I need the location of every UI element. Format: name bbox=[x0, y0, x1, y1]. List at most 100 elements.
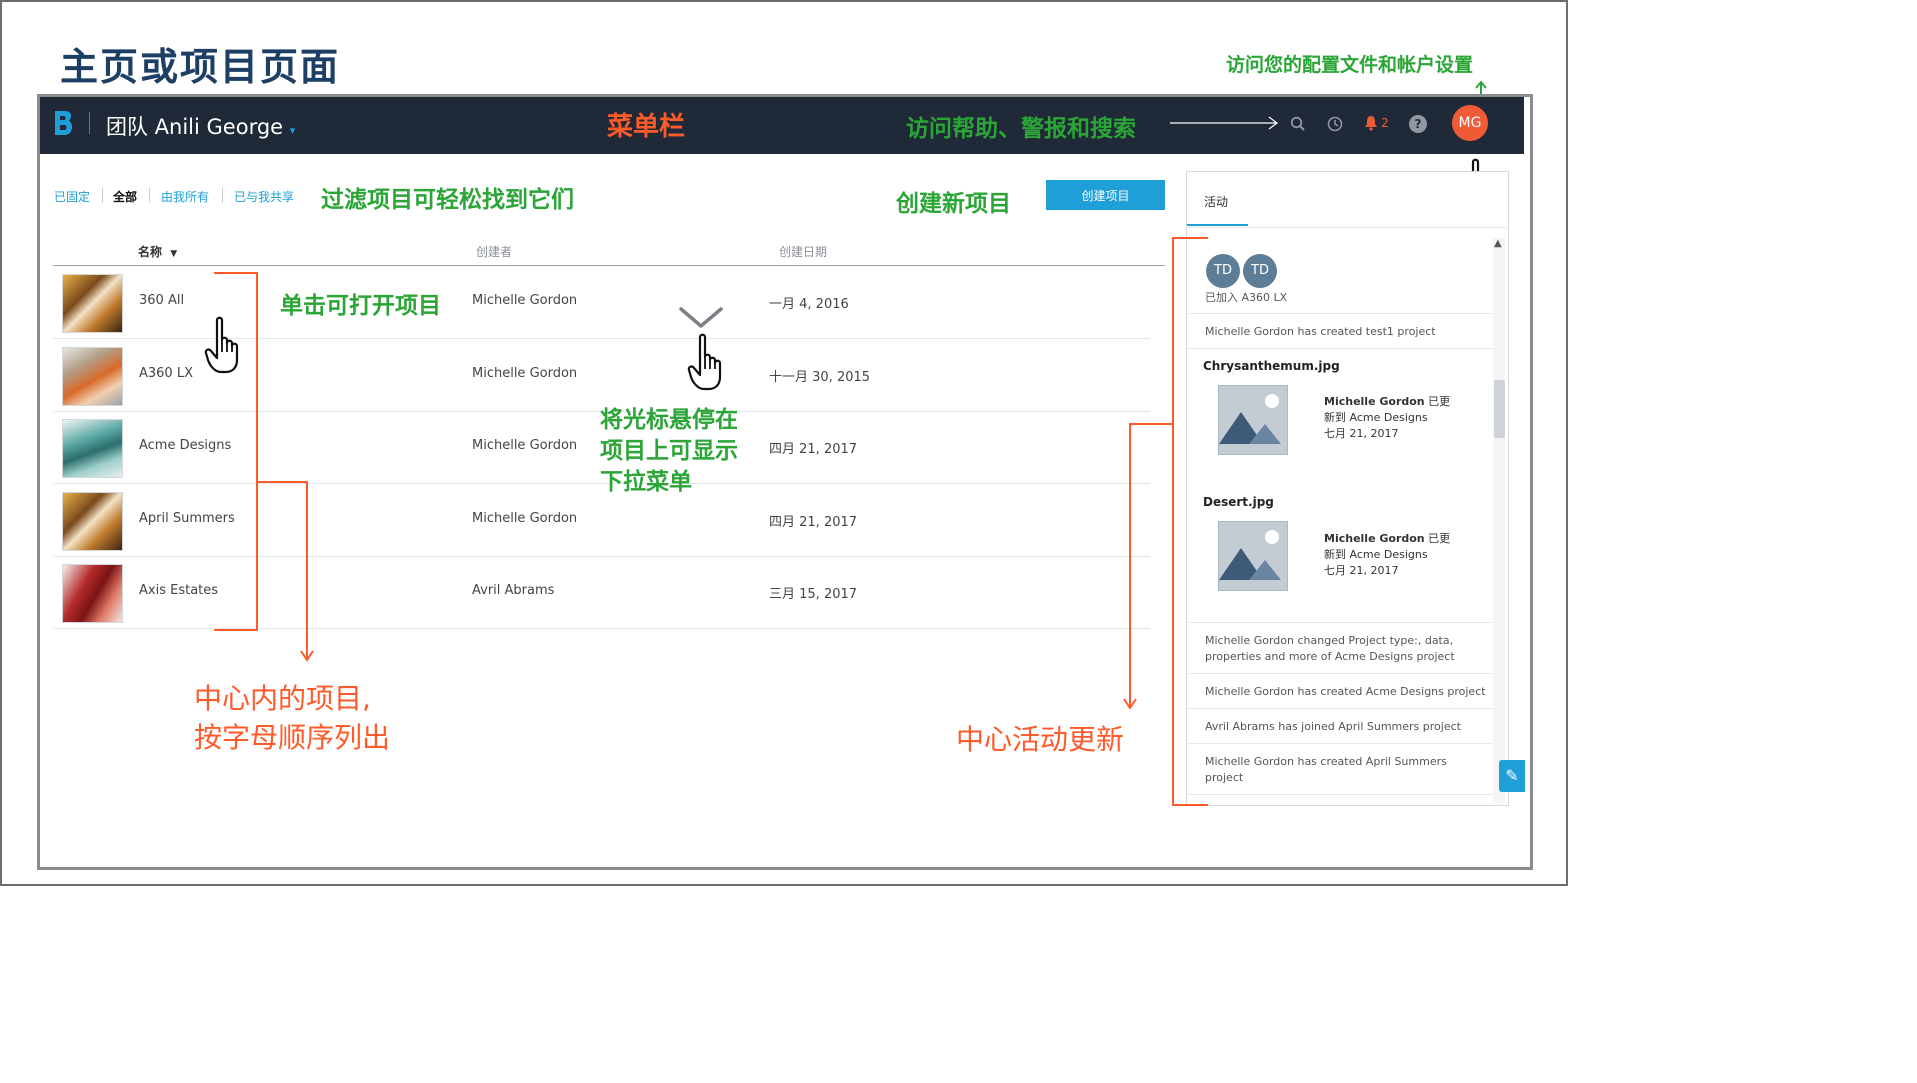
activity-scrollbar[interactable] bbox=[1493, 238, 1505, 803]
project-creator: Avril Abrams bbox=[472, 583, 555, 598]
callout-menu-bar: 菜单栏 bbox=[607, 112, 686, 142]
project-thumbnail bbox=[62, 564, 123, 623]
project-thumbnail bbox=[62, 274, 123, 333]
active-tab-indicator bbox=[1187, 224, 1248, 226]
project-name: 360 All bbox=[139, 293, 185, 308]
team-selector[interactable]: 团队 Anili George ▾ bbox=[106, 111, 295, 141]
activity-divider bbox=[1187, 673, 1492, 674]
project-date: 四月 21, 2017 bbox=[769, 515, 858, 530]
nav-divider bbox=[89, 112, 90, 134]
callout-hover-line: 下拉菜单 bbox=[600, 469, 692, 495]
callout-hub-activity: 中心活动更新 bbox=[956, 723, 1125, 756]
callout-hover: 将光标悬停在 项目上可显示 下拉菜单 bbox=[600, 405, 738, 498]
project-date: 十一月 30, 2015 bbox=[769, 370, 871, 385]
project-creator: Michelle Gordon bbox=[472, 438, 578, 453]
project-name: April Summers bbox=[139, 511, 235, 526]
avatar: TD bbox=[1243, 254, 1277, 288]
bracket-line bbox=[214, 272, 258, 274]
alerts-button[interactable]: 2 bbox=[1364, 113, 1396, 133]
filter-owned-by-me[interactable]: 由我所有 bbox=[161, 188, 209, 205]
arrow-down-icon bbox=[300, 481, 314, 662]
activity-item: Michelle Gordon changed Project type:, d… bbox=[1205, 634, 1455, 663]
filter-pinned[interactable]: 已固定 bbox=[54, 188, 90, 205]
create-project-button[interactable]: 创建项目 bbox=[1046, 180, 1165, 210]
activity-divider bbox=[1187, 348, 1492, 349]
file-action: 已更 bbox=[1428, 532, 1451, 545]
callout-hub-projects-line: 按字母顺序列出 bbox=[194, 721, 391, 754]
team-label: 团队 Anili George bbox=[106, 115, 284, 139]
project-thumbnail bbox=[62, 492, 123, 551]
callout-profile: 访问您的配置文件和帐户设置 bbox=[1226, 54, 1474, 76]
bracket-line bbox=[1172, 237, 1208, 239]
filter-shared-with-me[interactable]: 已与我共享 bbox=[234, 188, 294, 205]
chevron-down-icon[interactable] bbox=[678, 305, 724, 329]
activity-divider bbox=[1187, 708, 1492, 709]
file-name[interactable]: Desert.jpg bbox=[1203, 495, 1274, 509]
activity-divider bbox=[1187, 313, 1492, 314]
avatar: TD bbox=[1206, 254, 1240, 288]
column-header-date[interactable]: 创建日期 bbox=[779, 243, 827, 260]
activity-item: Michelle Gordon has created April Summer… bbox=[1205, 755, 1447, 784]
file-update-info: Michelle Gordon 已更 新到 Acme Designs 七月 21… bbox=[1324, 394, 1450, 442]
file-user: Michelle Gordon bbox=[1324, 532, 1425, 545]
feedback-icon[interactable]: ✎ bbox=[1499, 760, 1525, 792]
filter-divider bbox=[222, 188, 223, 203]
table-row[interactable]: Axis Estates Avril Abrams 三月 15, 2017 bbox=[53, 556, 1150, 629]
hand-cursor-icon bbox=[687, 333, 722, 391]
chevron-down-icon: ▾ bbox=[289, 124, 296, 137]
file-action: 新到 Acme Designs bbox=[1324, 548, 1428, 561]
activity-item: Michelle Gordon has created Acme Designs… bbox=[1205, 685, 1486, 698]
file-action: 新到 Acme Designs bbox=[1324, 411, 1428, 424]
activity-item: Avril Abrams has joined April Summers pr… bbox=[1205, 720, 1461, 733]
project-name: Axis Estates bbox=[139, 583, 219, 598]
bracket-line bbox=[1172, 804, 1208, 806]
project-creator: Michelle Gordon bbox=[472, 511, 578, 526]
project-date: 三月 15, 2017 bbox=[769, 587, 858, 602]
bell-icon bbox=[1365, 116, 1377, 131]
activity-divider bbox=[1187, 622, 1492, 623]
file-name[interactable]: Chrysanthemum.jpg bbox=[1203, 359, 1340, 373]
filter-divider bbox=[149, 188, 150, 203]
callout-hover-line: 项目上可显示 bbox=[600, 438, 738, 464]
search-icon[interactable] bbox=[1289, 115, 1307, 133]
project-date: 一月 4, 2016 bbox=[769, 297, 849, 312]
hand-cursor-icon bbox=[204, 316, 239, 374]
callout-hub-projects-line: 中心内的项目, bbox=[194, 682, 371, 715]
activity-joined-text: 已加入 A360 LX bbox=[1205, 291, 1288, 304]
help-icon[interactable]: ? bbox=[1409, 115, 1427, 133]
callout-create-new: 创建新项目 bbox=[896, 191, 1011, 217]
project-name: A360 LX bbox=[139, 366, 193, 381]
arrow-right-icon bbox=[1170, 116, 1278, 130]
page-title: 主页或项目页面 bbox=[60, 45, 341, 89]
project-creator: Michelle Gordon bbox=[472, 293, 578, 308]
filter-divider bbox=[102, 188, 103, 203]
image-placeholder-icon bbox=[1218, 521, 1288, 591]
filter-all[interactable]: 全部 bbox=[113, 188, 137, 205]
activity-divider bbox=[1187, 743, 1492, 744]
callout-filter: 过滤项目可轻松找到它们 bbox=[321, 187, 574, 213]
scroll-up-icon[interactable]: ▲ bbox=[1494, 238, 1502, 249]
bracket-line bbox=[256, 272, 258, 631]
file-date: 七月 21, 2017 bbox=[1324, 564, 1399, 577]
callout-hover-line: 将光标悬停在 bbox=[600, 407, 738, 433]
arrow-down-icon bbox=[1123, 423, 1137, 710]
tab-activity[interactable]: 活动 bbox=[1204, 193, 1228, 210]
column-header-name[interactable]: 名称 ▼ bbox=[138, 243, 177, 260]
panel-divider bbox=[1187, 227, 1506, 228]
clock-icon[interactable] bbox=[1326, 115, 1344, 133]
callout-hub-projects: 中心内的项目, 按字母顺序列出 bbox=[194, 679, 390, 757]
scrollbar-thumb[interactable] bbox=[1494, 380, 1505, 438]
project-thumbnail bbox=[62, 419, 123, 478]
file-action: 已更 bbox=[1428, 395, 1451, 408]
bracket-line bbox=[1172, 237, 1174, 806]
activity-item: Michelle Gordon has created test1 projec… bbox=[1205, 325, 1436, 338]
column-header-creator[interactable]: 创建者 bbox=[476, 243, 512, 260]
app-logo-icon[interactable] bbox=[52, 109, 76, 137]
file-date: 七月 21, 2017 bbox=[1324, 427, 1399, 440]
callout-click-open: 单击可打开项目 bbox=[280, 293, 441, 319]
project-date: 四月 21, 2017 bbox=[769, 442, 858, 457]
user-avatar[interactable]: MG bbox=[1452, 105, 1488, 141]
image-placeholder-icon bbox=[1218, 385, 1288, 455]
project-thumbnail bbox=[62, 347, 123, 406]
alert-count-badge: 2 bbox=[1381, 116, 1389, 130]
